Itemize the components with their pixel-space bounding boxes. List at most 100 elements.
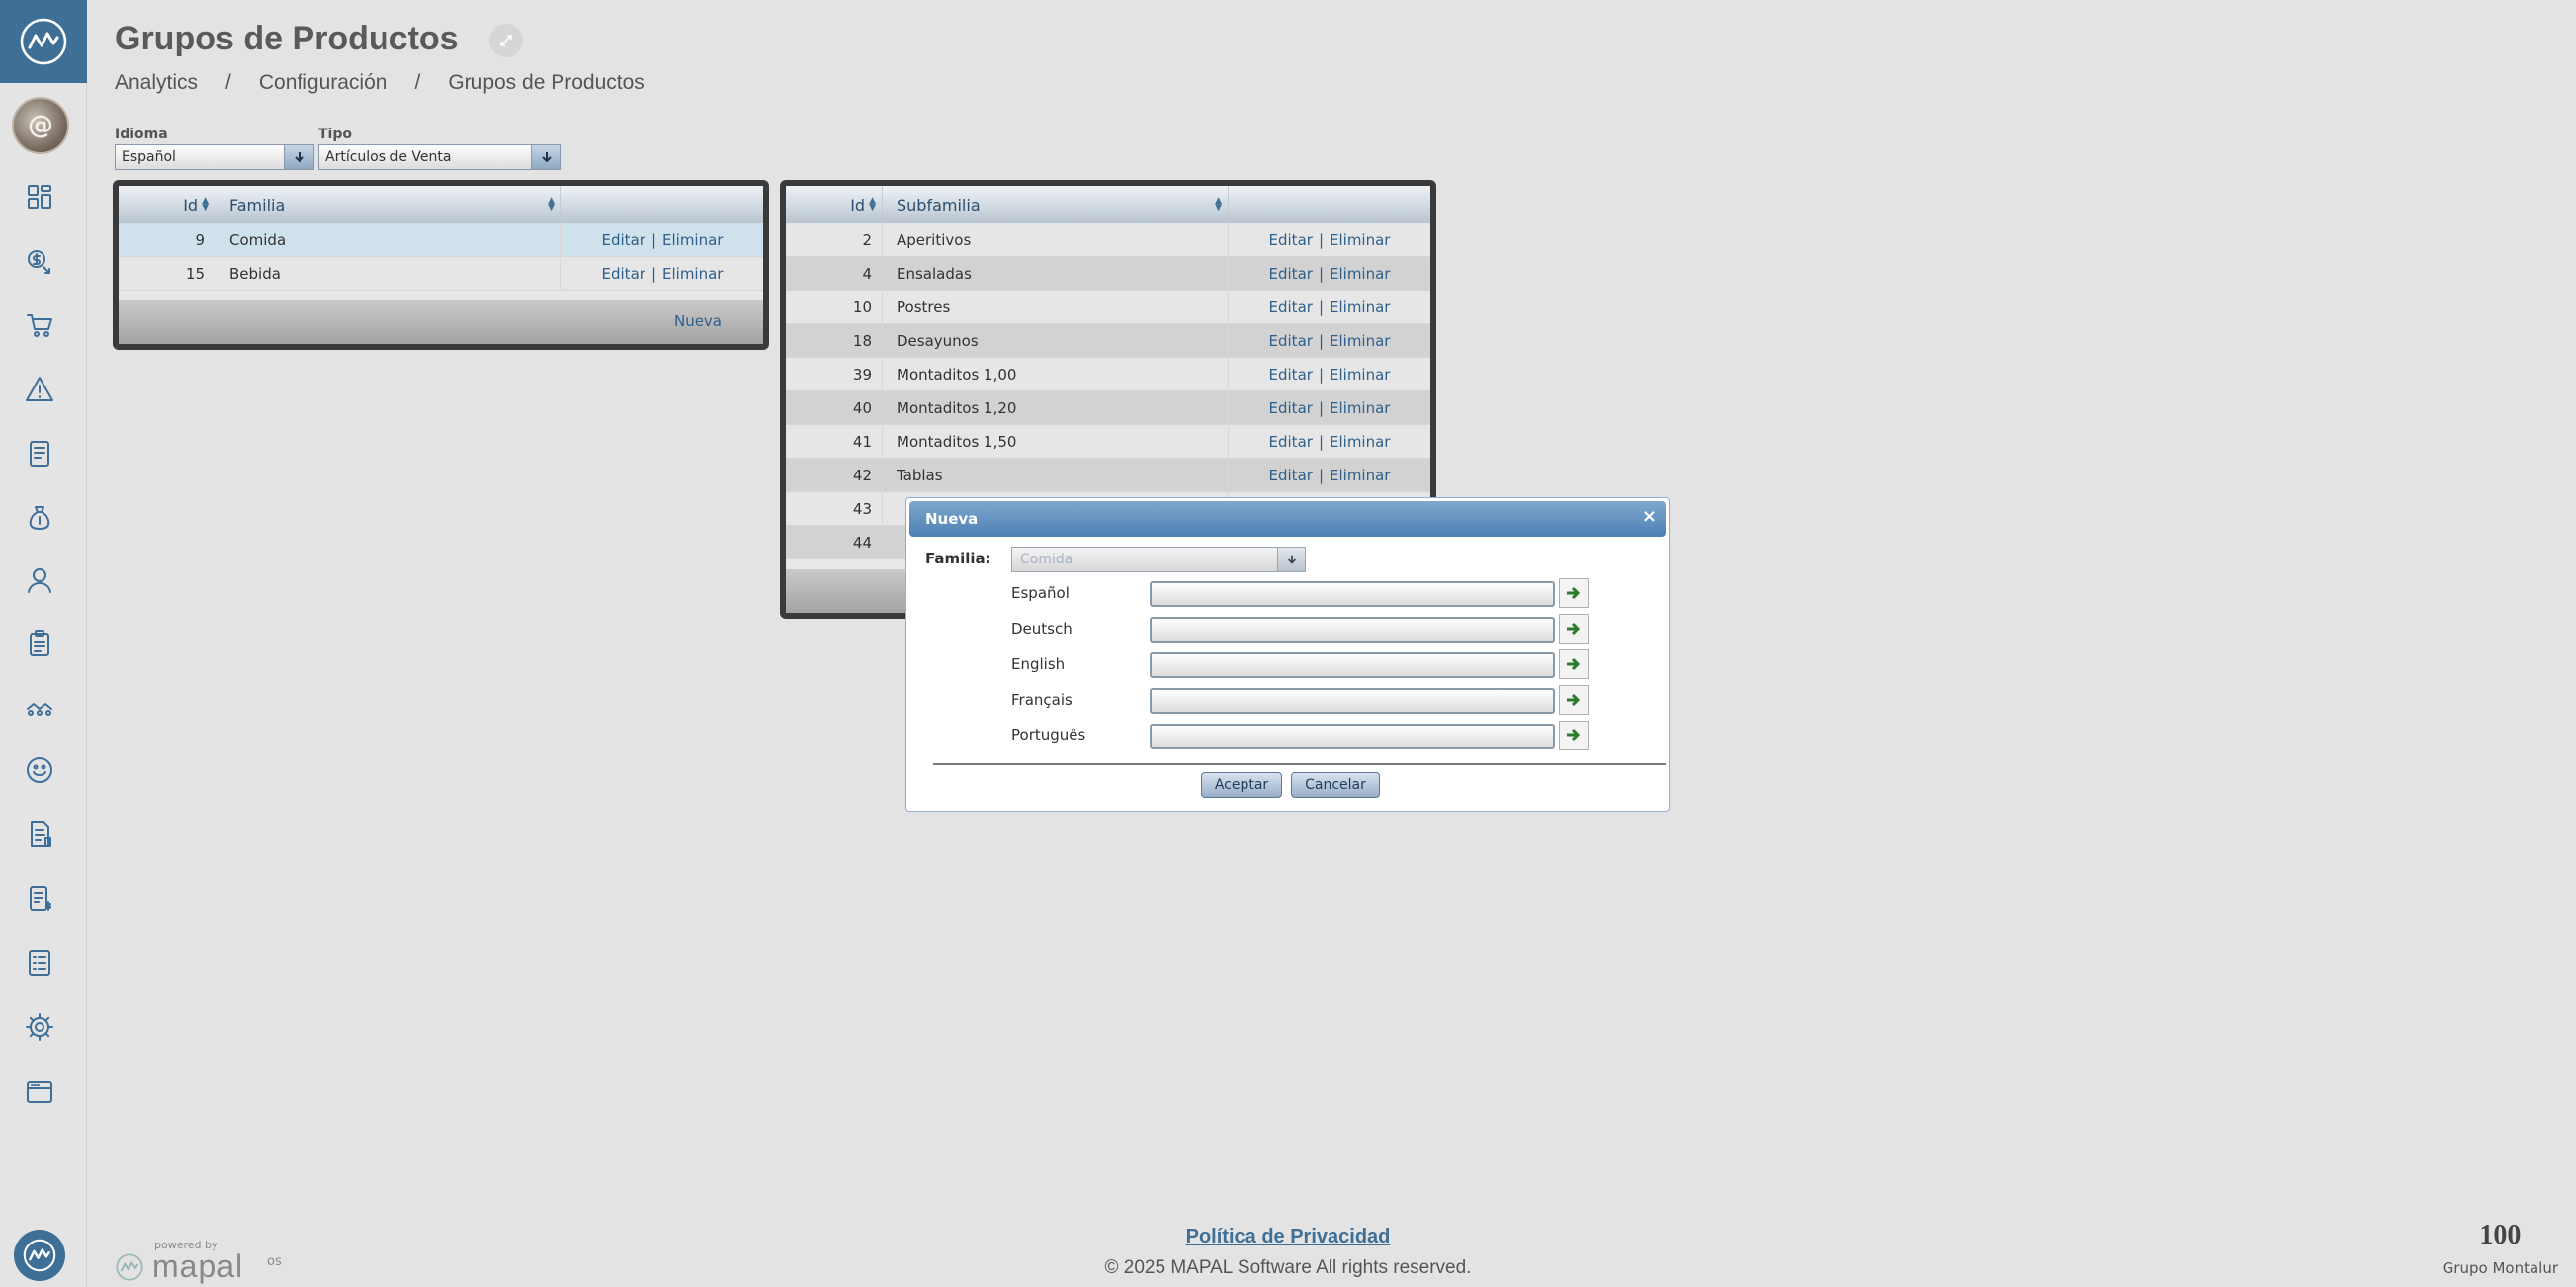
delete-link[interactable]: Eliminar [1330, 299, 1390, 316]
page-title: Grupos de Productos [115, 20, 459, 57]
table-row[interactable]: 18 Desayunos Editar | Eliminar [786, 324, 1430, 358]
edit-link[interactable]: Editar [602, 231, 645, 249]
translate-button[interactable] [1559, 649, 1589, 679]
dashboard-icon[interactable] [22, 179, 57, 214]
edit-link[interactable]: Editar [1269, 265, 1313, 283]
expand-button[interactable] [489, 24, 523, 57]
edit-link[interactable]: Editar [1269, 467, 1313, 484]
table-row[interactable]: 15 Bebida Editar | Eliminar [119, 257, 763, 291]
chevron-down-icon[interactable] [1277, 548, 1305, 571]
list-icon[interactable] [22, 945, 57, 981]
analytics-icon[interactable] [22, 689, 57, 725]
cell-subfamilia: Postres [883, 291, 1229, 324]
row-actions: Editar | Eliminar [561, 223, 763, 257]
sort-icon[interactable]: ▲ ▼ [1215, 197, 1222, 213]
alert-icon[interactable] [22, 372, 57, 407]
delete-link[interactable]: Eliminar [662, 265, 723, 283]
edit-link[interactable]: Editar [1269, 332, 1313, 350]
edit-link[interactable]: Editar [1269, 231, 1313, 249]
table-row[interactable]: 39 Montaditos 1,00 Editar | Eliminar [786, 358, 1430, 391]
row-actions: Editar | Eliminar [1229, 358, 1430, 391]
edit-link[interactable]: Editar [602, 265, 645, 283]
avatar[interactable]: @ [12, 97, 69, 154]
cell-familia: Bebida [215, 257, 561, 291]
breadcrumb-separator: / [225, 71, 231, 94]
familia-select[interactable]: Comida [1011, 547, 1306, 572]
column-header-subfamilia[interactable]: Subfamilia ▲ ▼ [883, 186, 1229, 223]
sort-icon[interactable]: ▲ ▼ [548, 197, 555, 213]
translate-button[interactable] [1559, 721, 1589, 750]
user-icon[interactable] [22, 562, 57, 598]
invoice-icon[interactable] [22, 816, 57, 852]
name-input-english[interactable] [1150, 652, 1555, 678]
column-header-familia[interactable]: Familia ▲ ▼ [215, 186, 561, 223]
edit-link[interactable]: Editar [1269, 366, 1313, 384]
accept-button[interactable]: Aceptar [1201, 772, 1282, 798]
cancel-button[interactable]: Cancelar [1291, 772, 1380, 798]
column-header-id[interactable]: Id ▲ ▼ [786, 186, 883, 223]
cell-id: 10 [786, 291, 883, 324]
chevron-down-icon[interactable] [531, 145, 560, 169]
translate-button[interactable] [1559, 614, 1589, 644]
sort-icon[interactable]: ▲ ▼ [202, 197, 209, 213]
expand-icon [500, 35, 512, 46]
company-logo-mark: 100 [2479, 1220, 2522, 1250]
delete-link[interactable]: Eliminar [1330, 366, 1390, 384]
grid-footer: Nueva [119, 300, 763, 344]
delete-link[interactable]: Eliminar [1330, 265, 1390, 283]
arrow-right-icon [1567, 729, 1581, 742]
dialog-titlebar[interactable]: Nueva [909, 501, 1666, 537]
language-label-espanol: Español [1011, 584, 1070, 602]
table-row[interactable]: 10 Postres Editar | Eliminar [786, 291, 1430, 324]
delete-link[interactable]: Eliminar [1330, 231, 1390, 249]
idioma-select[interactable]: Español [115, 144, 314, 170]
action-separator: | [650, 231, 656, 249]
receipt-icon[interactable] [22, 881, 57, 916]
edit-link[interactable]: Editar [1269, 399, 1313, 417]
translate-button[interactable] [1559, 685, 1589, 715]
table-row[interactable]: 9 Comida Editar | Eliminar [119, 223, 763, 257]
app-logo[interactable] [0, 0, 87, 83]
translate-button[interactable] [1559, 578, 1589, 608]
delete-link[interactable]: Eliminar [1330, 467, 1390, 484]
name-input-espanol[interactable] [1150, 581, 1555, 607]
table-row[interactable]: 42 Tablas Editar | Eliminar [786, 459, 1430, 492]
name-input-portugues[interactable] [1150, 724, 1555, 749]
table-row[interactable]: 4 Ensaladas Editar | Eliminar [786, 257, 1430, 291]
cart-icon[interactable] [22, 307, 57, 343]
column-header-id[interactable]: Id ▲ ▼ [119, 186, 215, 223]
row-actions: Editar | Eliminar [1229, 425, 1430, 459]
language-label-portugues: Português [1011, 727, 1086, 744]
breadcrumb-item-configuracion[interactable]: Configuración [259, 71, 387, 95]
browser-icon[interactable] [22, 1074, 57, 1110]
delete-link[interactable]: Eliminar [1330, 433, 1390, 451]
close-icon[interactable]: × [1642, 506, 1657, 527]
edit-link[interactable]: Editar [1269, 299, 1313, 316]
edit-link[interactable]: Editar [1269, 433, 1313, 451]
familia-select-value: Comida [1020, 552, 1073, 567]
name-input-francais[interactable] [1150, 688, 1555, 714]
smile-icon[interactable] [22, 752, 57, 788]
table-row[interactable]: 41 Montaditos 1,50 Editar | Eliminar [786, 425, 1430, 459]
tipo-label: Tipo [318, 127, 352, 142]
sort-icon[interactable]: ▲ ▼ [869, 197, 876, 213]
delete-link[interactable]: Eliminar [1330, 399, 1390, 417]
delete-link[interactable]: Eliminar [662, 231, 723, 249]
delete-link[interactable]: Eliminar [1330, 332, 1390, 350]
money-bag-icon[interactable] [22, 500, 57, 536]
cell-id: 2 [786, 223, 883, 257]
table-row[interactable]: 2 Aperitivos Editar | Eliminar [786, 223, 1430, 257]
report-icon[interactable] [22, 436, 57, 472]
table-row[interactable]: 40 Montaditos 1,20 Editar | Eliminar [786, 391, 1430, 425]
settings-icon[interactable] [22, 1009, 57, 1045]
cell-subfamilia: Montaditos 1,20 [883, 391, 1229, 425]
name-input-deutsch[interactable] [1150, 617, 1555, 643]
sales-icon[interactable] [22, 243, 57, 279]
breadcrumb-item-analytics[interactable]: Analytics [115, 71, 198, 95]
cell-subfamilia: Montaditos 1,50 [883, 425, 1229, 459]
chevron-down-icon[interactable] [284, 145, 313, 169]
new-familia-link[interactable]: Nueva [674, 312, 722, 330]
tipo-select[interactable]: Artículos de Venta [318, 144, 561, 170]
action-separator: | [1318, 366, 1324, 384]
clipboard-icon[interactable] [22, 626, 57, 661]
